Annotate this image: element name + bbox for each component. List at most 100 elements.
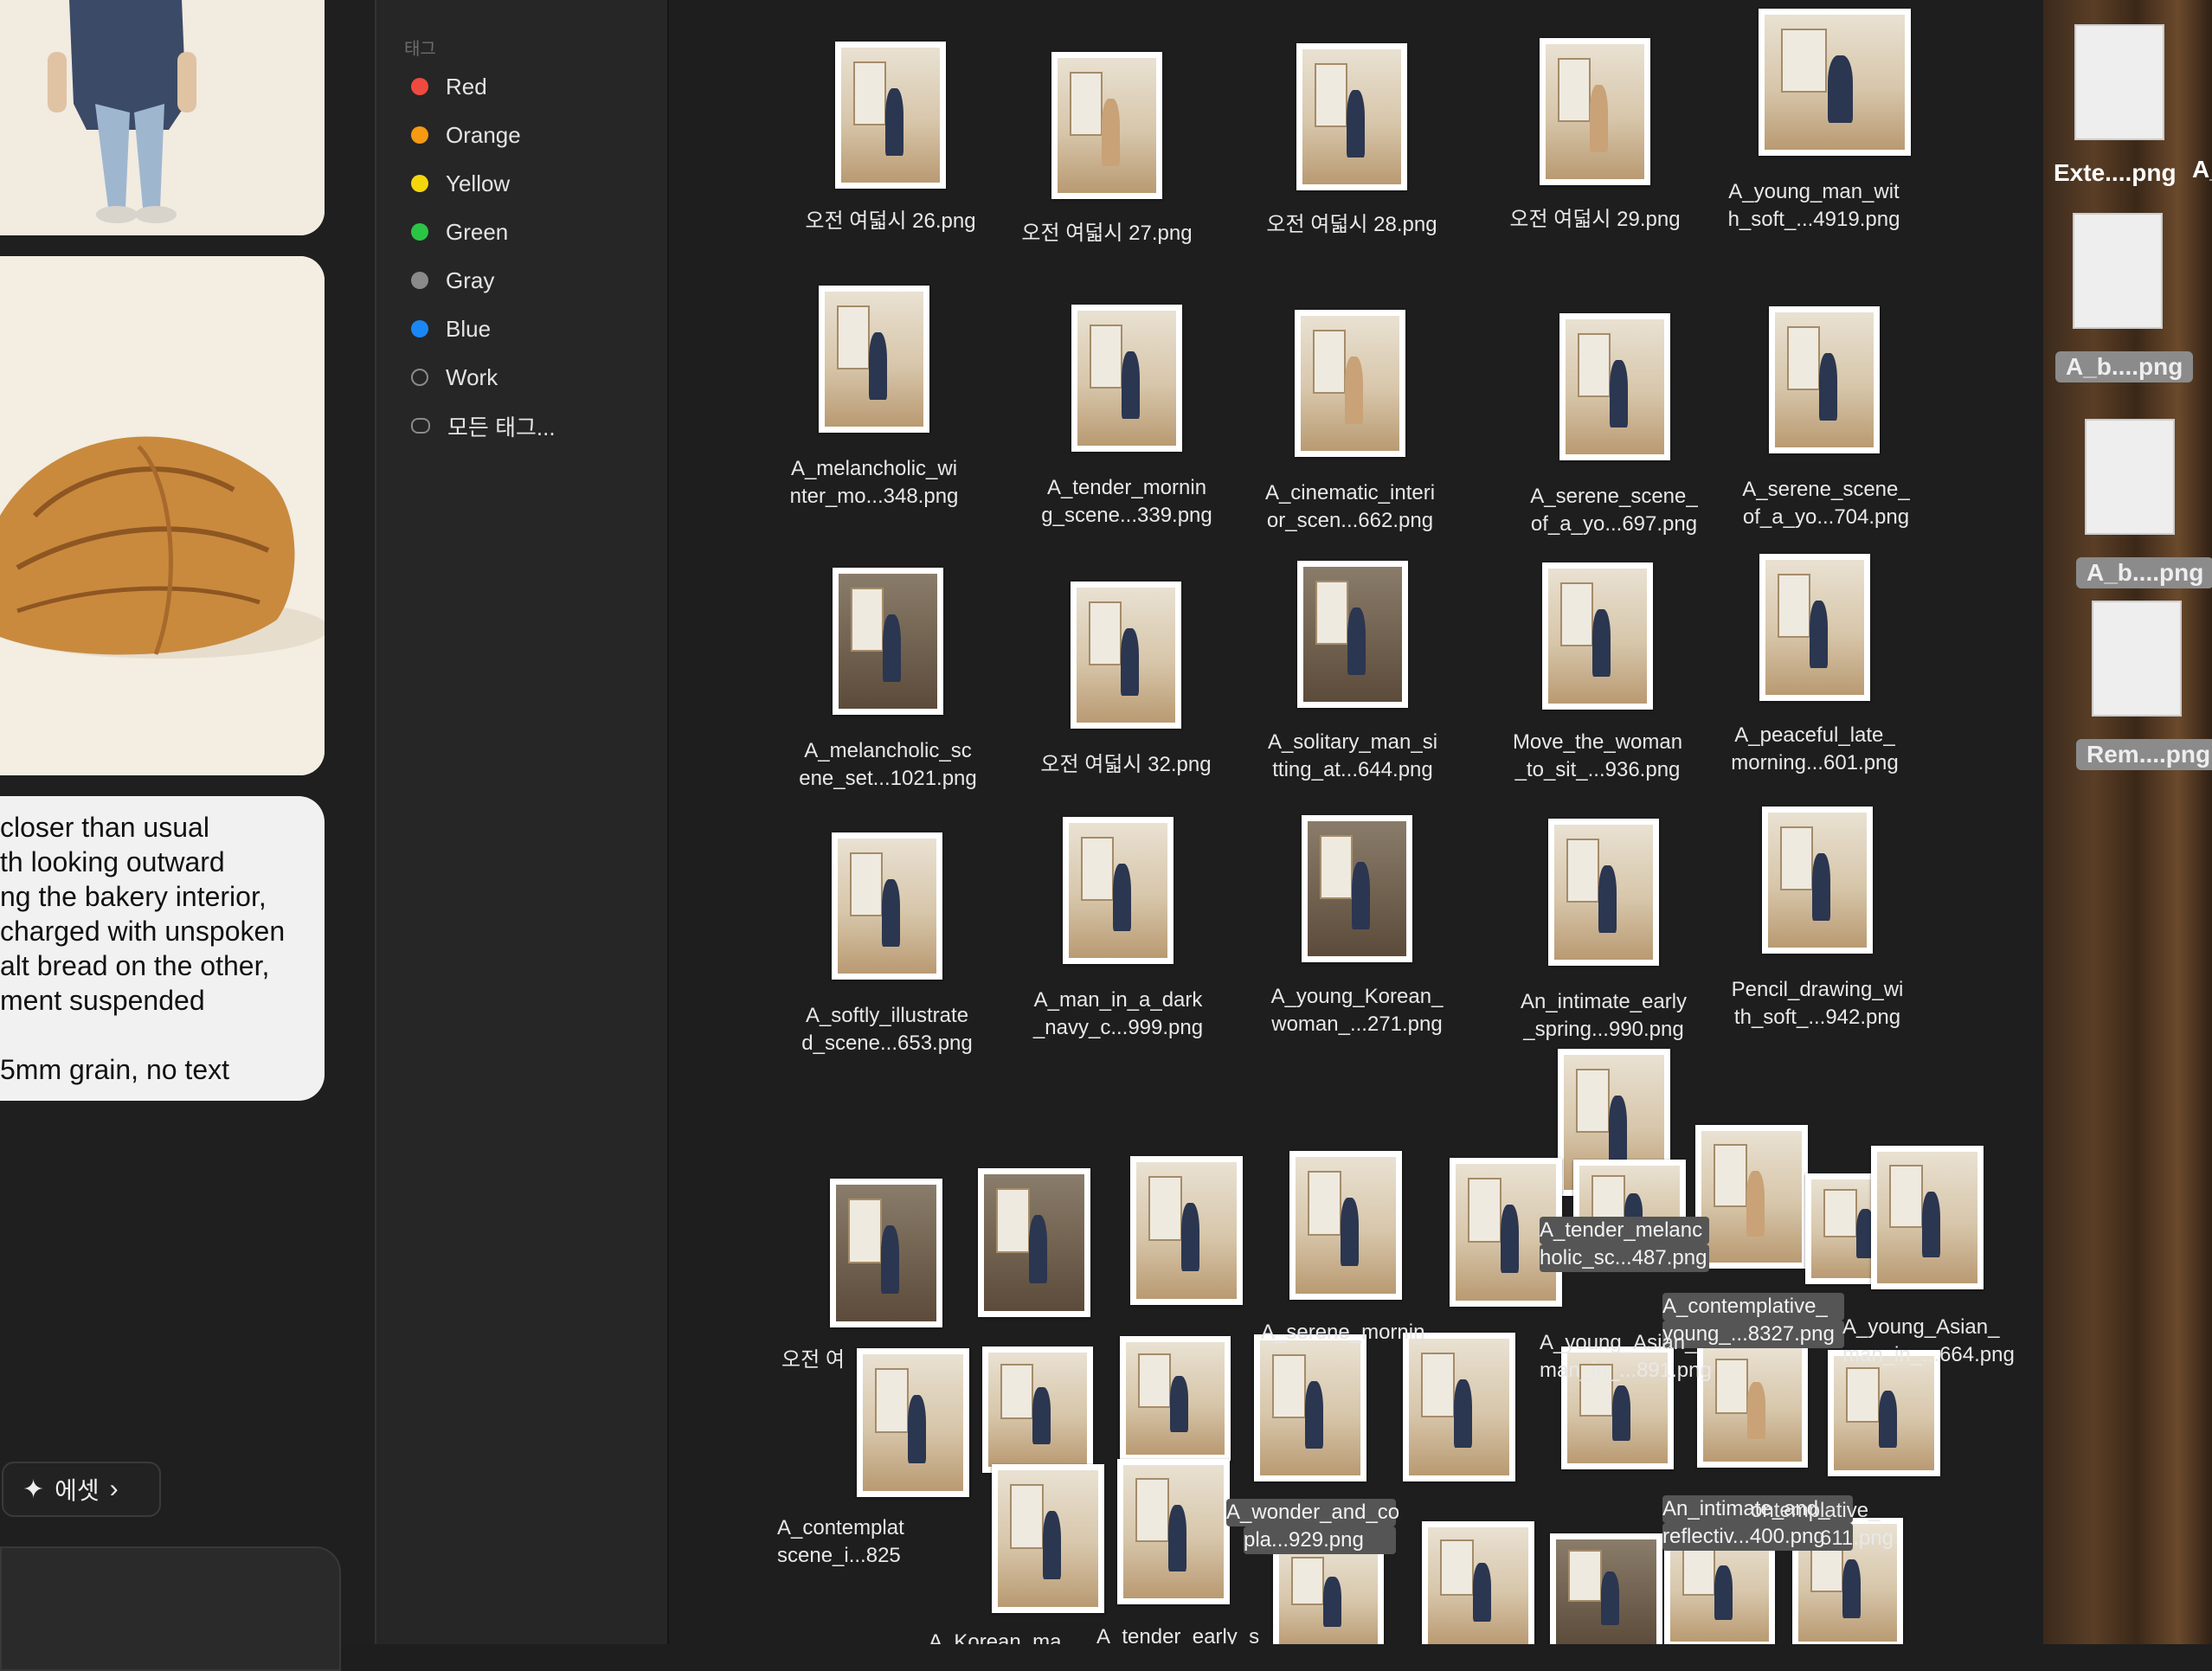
sidebar-tag-red[interactable]: Red <box>411 69 487 104</box>
file-name: of_a_yo...697.png <box>1530 512 1698 536</box>
chat-line: alt bread on the other, <box>0 950 270 981</box>
file-name: _navy_c...999.png <box>1032 1016 1204 1039</box>
file-name: ene_set...1021.png <box>799 767 977 790</box>
generated-image-man[interactable] <box>0 0 325 235</box>
sidebar-all-tags[interactable]: 모든 태그... <box>411 408 556 443</box>
image-thumbnail <box>819 286 929 433</box>
file-name: A_young_man_wit <box>1728 180 1900 203</box>
file-name: of_a_yo...704.png <box>1742 505 1910 529</box>
sidebar-tag-work[interactable]: Work <box>411 360 498 395</box>
tag-label: 모든 태그... <box>447 414 556 440</box>
file-name[interactable]: man_in_...664.png <box>1842 1341 2024 1369</box>
image-thumbnail <box>1071 305 1182 452</box>
file-name: A_serene_scene_ <box>1530 485 1698 508</box>
file-name[interactable]: man_in_...891.png <box>1540 1357 1712 1385</box>
image-thumbnail <box>1297 561 1408 708</box>
file-name[interactable]: A_serene_mornin <box>1261 1319 1469 1346</box>
image-thumbnail <box>1296 43 1407 190</box>
image-thumbnail[interactable] <box>1120 1336 1231 1461</box>
sidebar-tag-green[interactable]: Green <box>411 215 508 249</box>
image-thumbnail[interactable] <box>857 1348 969 1497</box>
file-name: An_intimate_early <box>1520 990 1688 1013</box>
file-name[interactable]: A_young_Asian_ <box>1540 1329 1704 1357</box>
image-thumbnail[interactable] <box>1403 1333 1515 1481</box>
desktop-file-name[interactable]: A_ <box>2182 154 2212 185</box>
file-name: nter_mo...348.png <box>789 485 959 508</box>
image-thumbnail <box>833 568 943 715</box>
file-name: morning...601.png <box>1731 751 1899 774</box>
image-thumbnail[interactable] <box>1254 1334 1366 1481</box>
sparkle-icon: ✦ <box>23 1475 45 1504</box>
chat-input[interactable] <box>0 1546 341 1671</box>
chat-line: th looking outward <box>0 846 225 877</box>
file-name[interactable]: pla...929.png <box>1244 1526 1396 1554</box>
red-dot-icon <box>411 78 428 95</box>
file-name[interactable]: A_Korean_ma <box>929 1629 1102 1644</box>
image-thumbnail[interactable] <box>830 1179 942 1327</box>
file-name: or_scen...662.png <box>1266 509 1434 532</box>
file-name: A_peaceful_late_ <box>1734 723 1895 747</box>
image-thumbnail <box>1759 9 1911 156</box>
image-thumbnail[interactable] <box>1871 1146 1984 1289</box>
file-name[interactable]: A_contemplative_ <box>1662 1293 1844 1321</box>
generated-image-croissant[interactable] <box>0 256 325 775</box>
file-name: woman_...271.png <box>1271 1012 1443 1036</box>
image-thumbnail[interactable] <box>992 1464 1104 1613</box>
file-name[interactable]: scene_i...825 <box>777 1542 924 1570</box>
blue-dot-icon <box>411 320 428 337</box>
sidebar-tag-gray[interactable]: Gray <box>411 263 494 298</box>
chat-line: charged with unspoken <box>0 916 286 947</box>
file-name[interactable]: A_tender_melanc <box>1540 1217 1709 1244</box>
image-thumbnail <box>832 832 942 980</box>
file-name[interactable]: A_wonder_and_co <box>1226 1499 1399 1526</box>
empty-circle-icon <box>411 369 428 386</box>
image-thumbnail[interactable] <box>1130 1156 1243 1305</box>
image-thumbnail <box>1063 817 1174 964</box>
image-thumbnail[interactable] <box>1289 1151 1402 1300</box>
asset-button[interactable]: ✦ 에셋 › <box>2 1462 161 1517</box>
image-thumbnail[interactable] <box>1695 1125 1808 1269</box>
image-thumbnail[interactable] <box>1117 1459 1230 1604</box>
file-name: A_young_Korean_ <box>1270 985 1444 1008</box>
file-name[interactable]: A_contemplat <box>777 1514 924 1542</box>
desktop-file-name[interactable]: A_b....png <box>2055 351 2194 382</box>
file-name: 오전 여덟시 29.png <box>1509 208 1681 231</box>
orange-dot-icon <box>411 126 428 144</box>
file-name[interactable]: A_tender_early_s <box>1096 1623 1304 1644</box>
file-name: A_softly_illustrate <box>805 1004 969 1027</box>
sidebar-tag-blue[interactable]: Blue <box>411 312 491 346</box>
desktop-file-name[interactable]: Rem....png <box>2076 739 2212 770</box>
tag-label: Green <box>446 218 509 245</box>
file-name[interactable]: A_young_Asian_ <box>1842 1314 2024 1341</box>
image-thumbnail <box>835 42 946 189</box>
image-thumbnail <box>1542 562 1653 710</box>
file-name: A_serene_scene_ <box>1742 478 1910 501</box>
file-name: th_soft_...942.png <box>1733 1006 1901 1029</box>
tag-label: Gray <box>446 267 495 293</box>
sidebar-tag-yellow[interactable]: Yellow <box>411 166 510 201</box>
file-name[interactable]: holic_sc...487.png <box>1540 1244 1709 1272</box>
desktop-file-name[interactable]: Exte....png <box>2043 157 2187 189</box>
chat-line: 5mm grain, no text <box>0 1054 229 1085</box>
chat-panel: closer than usual th looking outward ng … <box>0 0 375 1671</box>
file-name[interactable]: ontemplative_ <box>1751 1497 1941 1525</box>
file-name: g_scene...339.png <box>1041 504 1212 527</box>
file-name: Move_the_woman <box>1512 730 1683 754</box>
tag-label: Work <box>446 363 498 390</box>
file-name[interactable]: 오전 여 <box>781 1346 851 1374</box>
all-tags-icon <box>411 418 430 434</box>
image-thumbnail <box>1302 815 1412 962</box>
image-thumbnail[interactable] <box>1422 1521 1534 1644</box>
tag-label: Red <box>446 73 487 100</box>
image-thumbnail <box>1548 819 1659 966</box>
file-name[interactable]: 611.png <box>1820 1525 1941 1552</box>
image-thumbnail <box>1762 807 1873 954</box>
image-thumbnail[interactable] <box>978 1168 1090 1317</box>
image-thumbnail[interactable] <box>1550 1533 1662 1644</box>
tags-section-header: 태그 <box>404 40 436 59</box>
file-name: A_man_in_a_dark <box>1033 988 1203 1012</box>
image-thumbnail[interactable] <box>982 1346 1093 1473</box>
sidebar-tag-orange[interactable]: Orange <box>411 118 521 152</box>
desktop-file-name[interactable]: A_b....png <box>2076 557 2212 588</box>
image-thumbnail[interactable] <box>1697 1341 1808 1468</box>
